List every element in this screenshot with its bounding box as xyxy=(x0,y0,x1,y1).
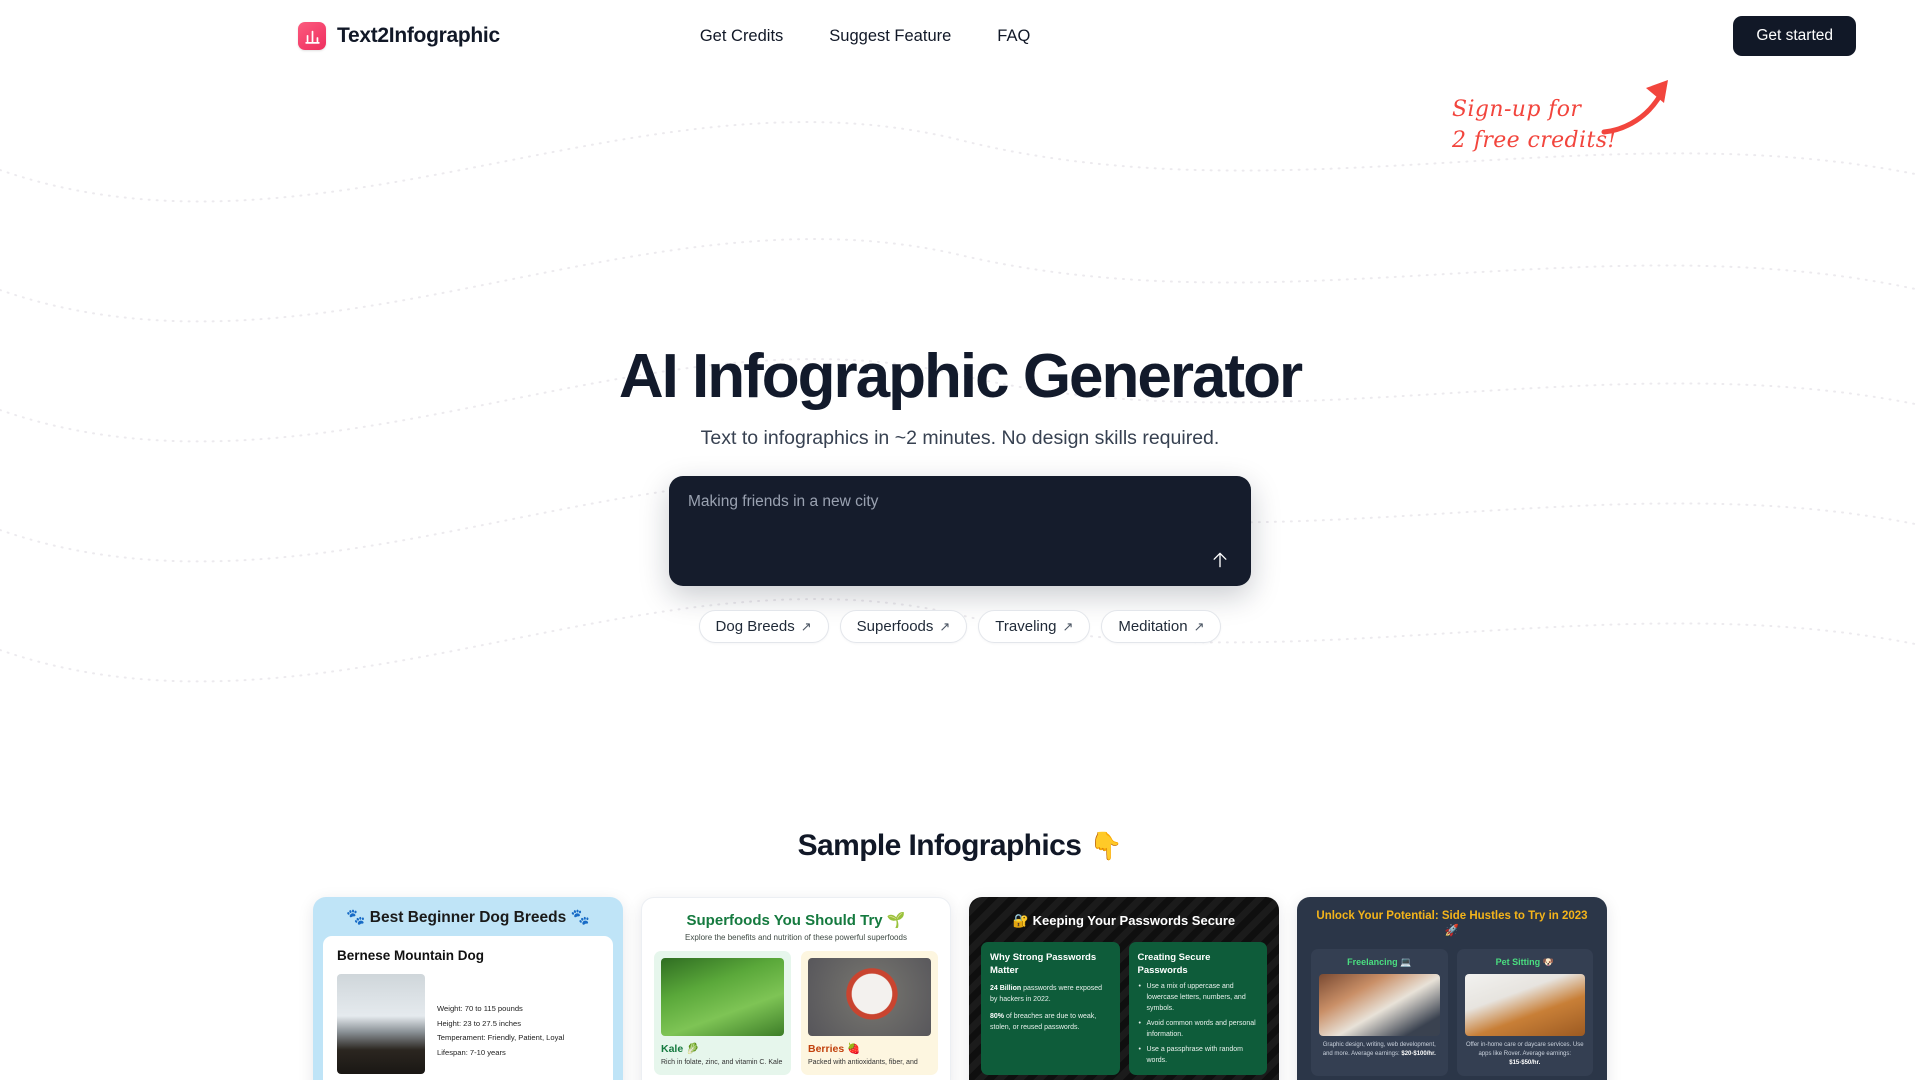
nav-item-faq[interactable]: FAQ xyxy=(997,27,1030,46)
chip-label: Meditation xyxy=(1118,618,1188,636)
card-subtitle: Explore the benefits and nutrition of th… xyxy=(685,933,907,943)
sample-cards: 🐾 Best Beginner Dog Breeds 🐾 Bernese Mou… xyxy=(0,897,1920,1080)
header-cta-wrap: Get started xyxy=(1733,16,1856,56)
hustle-row: Freelancing 💻 Graphic design, writing, w… xyxy=(1297,939,1607,1077)
brand-name: Text2Infographic xyxy=(337,24,500,47)
sample-card-dog-breeds[interactable]: 🐾 Best Beginner Dog Breeds 🐾 Bernese Mou… xyxy=(313,897,623,1080)
stat-text: of breaches are due to weak, stolen, or … xyxy=(990,1013,1097,1032)
arrow-up-right-icon: ↗ xyxy=(939,618,951,634)
hero-subtitle: Text to infographics in ~2 minutes. No d… xyxy=(700,427,1220,450)
pointing-down-icon: 👇 xyxy=(1089,831,1123,862)
berries-photo xyxy=(808,958,931,1037)
stat-temperament: Temperament: Friendly, Patient, Loyal xyxy=(437,1033,565,1043)
superfood-row: Kale 🥬 Rich in folate, zinc, and vitamin… xyxy=(642,942,950,1076)
kale-photo xyxy=(661,958,784,1037)
main-nav: Get Credits Suggest Feature FAQ xyxy=(700,27,1030,46)
samples-heading-text: Sample Infographics xyxy=(797,829,1082,863)
superfood-berries: Berries 🍓 Packed with antioxidants, fibe… xyxy=(801,951,938,1076)
superfood-kale: Kale 🥬 Rich in folate, zinc, and vitamin… xyxy=(654,951,791,1076)
password-panels: Why Strong Passwords Matter 24 Billion p… xyxy=(969,929,1279,1076)
chip-label: Dog Breeds xyxy=(715,618,795,636)
site-header: Text2Infographic Get Credits Suggest Fea… xyxy=(0,0,1920,72)
sample-card-side-hustles[interactable]: Unlock Your Potential: Side Hustles to T… xyxy=(1297,897,1607,1080)
password-lower-panels xyxy=(969,1075,1279,1080)
panel-stat-2: 80% of breaches are due to weak, stolen,… xyxy=(990,1011,1111,1033)
hustle-pet-sitting: Pet Sitting 🐶 Offer in-home care or dayc… xyxy=(1456,949,1593,1077)
card-panel: Bernese Mountain Dog Weight: 70 to 115 p… xyxy=(323,936,613,1080)
breed-stats: Weight: 70 to 115 pounds Height: 23 to 2… xyxy=(437,974,564,1074)
chip-dog-breeds[interactable]: Dog Breeds ↗ xyxy=(698,610,829,644)
pet-sitting-photo xyxy=(1464,974,1585,1037)
freelancing-photo xyxy=(1319,974,1440,1037)
panel-bullet: Use a passphrase with random words. xyxy=(1138,1044,1259,1066)
hustle-lower-panels xyxy=(1297,1076,1607,1080)
sample-infographics-section: Sample Infographics 👇 🐾 Best Beginner Dog… xyxy=(0,829,1920,1080)
suggestion-chips: Dog Breeds ↗ Superfoods ↗ Traveling ↗ Me… xyxy=(0,610,1920,644)
hero-section: AI Infographic Generator Text to infogra… xyxy=(0,72,1920,644)
dog-photo xyxy=(337,974,425,1075)
breed-name: Bernese Mountain Dog xyxy=(337,948,485,964)
hustle-title: Pet Sitting 🐶 xyxy=(1495,957,1554,968)
get-started-button[interactable]: Get started xyxy=(1733,16,1856,56)
panel-bullet: Use a mix of uppercase and lowercase let… xyxy=(1138,981,1259,1014)
prompt-wrap: Making friends in a new city xyxy=(0,476,1920,587)
chip-superfoods[interactable]: Superfoods ↗ xyxy=(839,610,968,644)
card-title: Superfoods You Should Try 🌱 xyxy=(686,912,906,930)
chip-traveling[interactable]: Traveling ↗ xyxy=(978,610,1091,644)
arrow-up-right-icon: ↗ xyxy=(800,618,812,634)
prompt-submit-button[interactable] xyxy=(1206,546,1234,574)
kale-desc: Rich in folate, zinc, and vitamin C. Kal… xyxy=(661,1059,783,1067)
sample-card-passwords[interactable]: 🔐 Keeping Your Passwords Secure Why Stro… xyxy=(969,897,1279,1080)
landing-page: Text2Infographic Get Credits Suggest Fea… xyxy=(0,0,1920,1080)
panel-creating-secure-passwords: Creating Secure Passwords Use a mix of u… xyxy=(1128,942,1267,1076)
page-title: AI Infographic Generator xyxy=(618,342,1303,411)
panel-bullet: Avoid common words and personal informat… xyxy=(1138,1018,1259,1040)
arrow-up-icon xyxy=(1213,552,1227,568)
stat-lifespan: Lifespan: 7-10 years xyxy=(437,1047,506,1057)
samples-heading: Sample Infographics 👇 xyxy=(0,829,1920,863)
nav-item-get-credits[interactable]: Get Credits xyxy=(700,27,783,46)
berries-title: Berries 🍓 xyxy=(808,1043,861,1056)
stat-weight: Weight: 70 to 115 pounds xyxy=(437,1004,523,1014)
sample-card-superfoods[interactable]: Superfoods You Should Try 🌱 Explore the … xyxy=(641,897,951,1080)
card-title: Unlock Your Potential: Side Hustles to T… xyxy=(1316,910,1588,938)
panel-heading: Creating Secure Passwords xyxy=(1137,952,1211,977)
prompt-input[interactable]: Making friends in a new city xyxy=(688,493,878,511)
chip-label: Superfoods xyxy=(856,618,934,636)
chip-meditation[interactable]: Meditation ↗ xyxy=(1101,610,1222,644)
breed-row: Weight: 70 to 115 pounds Height: 23 to 2… xyxy=(337,974,599,1075)
nav-item-suggest-feature[interactable]: Suggest Feature xyxy=(829,27,951,46)
hustle-earnings: $15-$50/hr. xyxy=(1509,1060,1541,1067)
panel-why-strong-passwords: Why Strong Passwords Matter 24 Billion p… xyxy=(981,942,1120,1076)
chip-label: Traveling xyxy=(995,618,1057,636)
arrow-up-right-icon: ↗ xyxy=(1193,618,1205,634)
hustle-earnings: $20-$100/hr. xyxy=(1401,1051,1436,1058)
hustle-title: Freelancing 💻 xyxy=(1347,957,1412,968)
hustle-desc: Graphic design, writing, web development… xyxy=(1319,1041,1440,1059)
stat-lead: 80% xyxy=(990,1013,1005,1021)
card-title: 🔐 Keeping Your Passwords Secure xyxy=(1012,913,1236,929)
prompt-box[interactable]: Making friends in a new city xyxy=(669,476,1251,587)
brand-logo[interactable]: Text2Infographic xyxy=(298,22,500,50)
stat-height: Height: 23 to 27.5 inches xyxy=(437,1018,522,1028)
desc-text: Offer in-home care or daycare services. … xyxy=(1465,1042,1584,1058)
card-title: 🐾 Best Beginner Dog Breeds 🐾 xyxy=(346,909,590,927)
panel-heading: Why Strong Passwords Matter xyxy=(990,952,1097,977)
arrow-up-right-icon: ↗ xyxy=(1062,618,1074,634)
hustle-desc: Offer in-home care or daycare services. … xyxy=(1465,1041,1586,1068)
panel-stat-1: 24 Billion passwords were exposed by hac… xyxy=(990,983,1111,1005)
berries-desc: Packed with antioxidants, fiber, and xyxy=(808,1059,918,1067)
kale-title: Kale 🥬 xyxy=(661,1043,700,1056)
hustle-freelancing: Freelancing 💻 Graphic design, writing, w… xyxy=(1311,949,1448,1077)
bar-chart-icon xyxy=(298,22,326,50)
stat-lead: 24 Billion xyxy=(990,985,1022,993)
